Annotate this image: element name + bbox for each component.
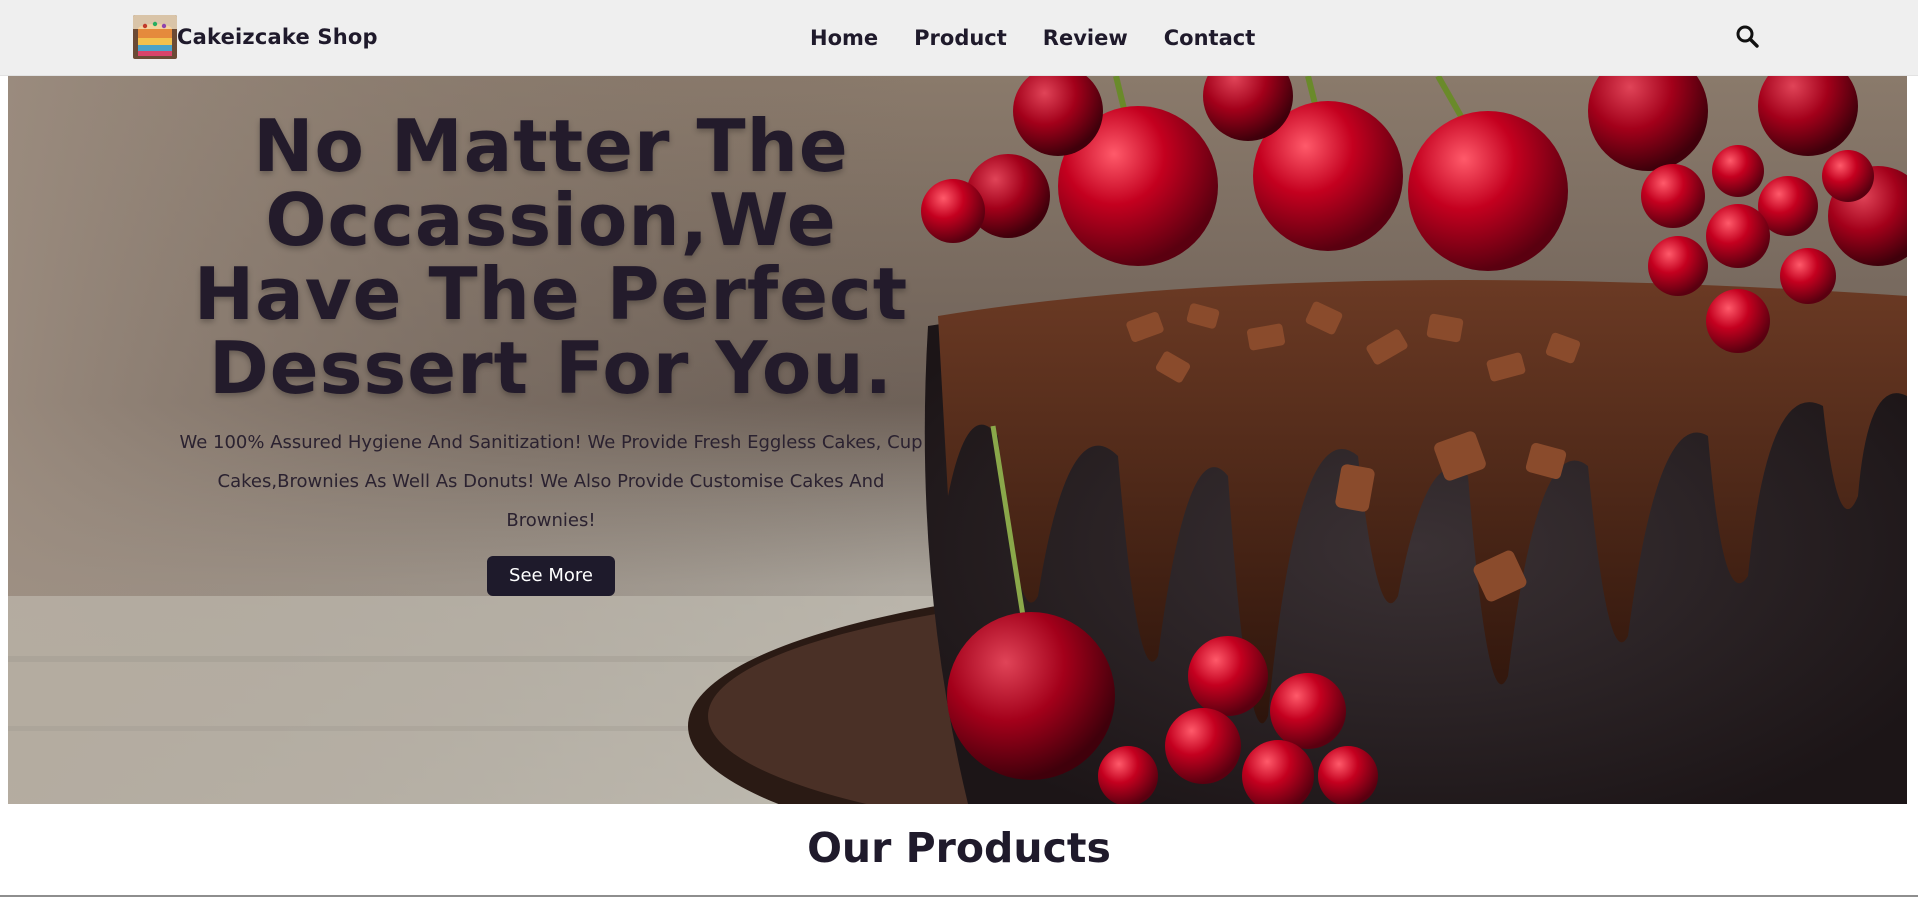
hero-title: No Matter The Occassion,We Have The Perf… bbox=[193, 104, 909, 410]
brand-link[interactable]: Cakeizcake Shop bbox=[133, 15, 378, 59]
navbar: Cakeizcake Shop Home Product Review Cont… bbox=[0, 0, 1918, 76]
products-section-title: Our Products bbox=[807, 824, 1111, 872]
search-button[interactable] bbox=[1735, 24, 1761, 50]
hero-section: No Matter The Occassion,We Have The Perf… bbox=[8, 76, 1907, 804]
search-icon bbox=[1736, 25, 1759, 48]
main-nav: Home Product Review Contact bbox=[810, 22, 1255, 54]
cake-logo-icon bbox=[133, 15, 177, 59]
nav-link-contact[interactable]: Contact bbox=[1164, 26, 1256, 50]
hero-description: We 100% Assured Hygiene And Sanitization… bbox=[179, 432, 923, 531]
nav-link-home[interactable]: Home bbox=[810, 26, 878, 50]
nav-link-review[interactable]: Review bbox=[1043, 26, 1128, 50]
brand-name: Cakeizcake Shop bbox=[177, 25, 378, 49]
hero-content: No Matter The Occassion,We Have The Perf… bbox=[176, 109, 926, 596]
see-more-button[interactable]: See More bbox=[487, 556, 615, 596]
nav-link-product[interactable]: Product bbox=[914, 26, 1007, 50]
